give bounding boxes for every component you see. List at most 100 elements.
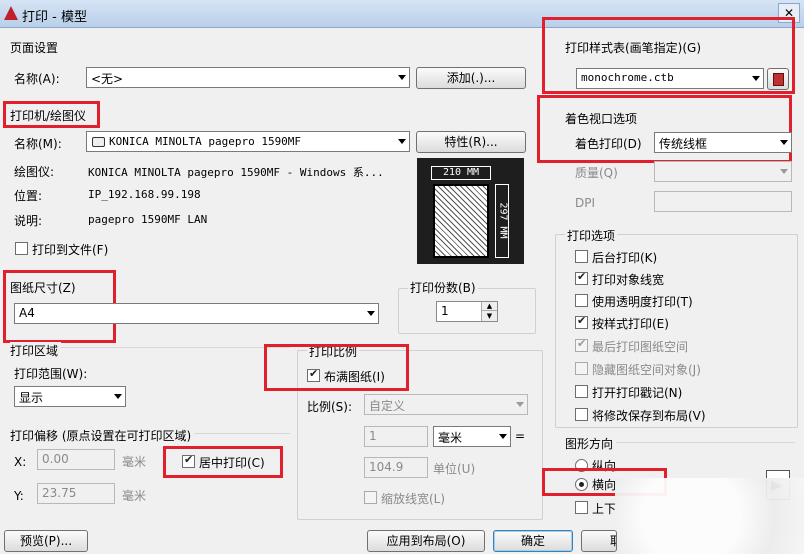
option-save-layout-label: 将修改保存到布局(V) [592, 409, 706, 423]
printer-name-label: 名称(M): [14, 137, 62, 151]
printer-name-combo[interactable]: KONICA MINOLTA pagepro 1590MF [86, 131, 410, 152]
paper-preview: 210 MM 297 MM [417, 158, 524, 264]
app-icon [4, 6, 18, 20]
paper-width-dim: 210 MM [431, 166, 491, 180]
edit-style-table-button[interactable] [767, 68, 789, 90]
location-value: IP_192.168.99.198 [88, 188, 201, 201]
scale-unit2-label: 单位(U) [433, 462, 476, 476]
shade-plot-value: 传统线框 [659, 137, 708, 151]
offset-x-input[interactable]: 0.00 [37, 449, 115, 470]
option-stamp-label: 打开打印戳记(N) [592, 386, 683, 400]
style-table-combo[interactable]: monochrome.ctb [576, 68, 764, 89]
add-page-setup-button[interactable]: 添加(.)... [416, 67, 526, 89]
style-table-header: 打印样式表(画笔指定)(G) [565, 41, 702, 55]
plotter-value: KONICA MINOLTA pagepro 1590MF - Windows … [88, 166, 384, 179]
chevron-down-icon [398, 139, 406, 144]
ok-button[interactable]: 确定 [493, 530, 573, 552]
chevron-down-icon [499, 434, 507, 439]
plot-options-header: 打印选项 [565, 227, 618, 244]
paper-height-dim: 297 MM [495, 184, 509, 258]
option-transparency-label: 使用透明度打印(T) [592, 295, 693, 309]
plot-area-header: 打印区域 [10, 342, 62, 359]
chevron-down-icon [752, 76, 760, 81]
landscape-radio[interactable] [575, 478, 588, 491]
option-save-layout-checkbox[interactable] [575, 408, 588, 421]
apply-to-layout-button[interactable]: 应用到布局(O) [367, 530, 485, 552]
printer-name-value: KONICA MINOLTA pagepro 1590MF [109, 135, 302, 148]
spin-up-icon[interactable]: ▲ [481, 302, 497, 311]
scale-lineweights-checkbox[interactable] [364, 491, 377, 504]
option-styles-checkbox[interactable] [575, 314, 588, 329]
page-setup-name-label: 名称(A): [14, 72, 60, 86]
page-setup-name-value: <无> [91, 72, 124, 86]
description-value: pagepro 1590MF LAN [88, 213, 208, 226]
paper-size-value: A4 [19, 306, 35, 320]
chevron-down-icon [780, 169, 788, 174]
cancel-button[interactable]: 取 [581, 530, 617, 552]
scale-value1-input[interactable]: 1 [364, 426, 428, 447]
paper-sheet [433, 184, 489, 258]
chevron-down-icon [398, 75, 406, 80]
print-to-file-label: 打印到文件(F) [32, 243, 109, 257]
center-plot-checkbox[interactable] [182, 453, 195, 468]
scale-ratio-combo[interactable]: 自定义 [364, 394, 528, 415]
style-table-value: monochrome.ctb [581, 71, 674, 84]
fit-to-paper-checkbox[interactable] [307, 367, 320, 382]
option-transparency-checkbox[interactable] [575, 294, 588, 307]
description-label: 说明: [14, 214, 43, 228]
plot-range-label: 打印范围(W): [14, 367, 88, 381]
landscape-label: 横向 [592, 478, 617, 492]
print-to-file-checkbox[interactable] [15, 242, 28, 255]
upside-down-label: 上下 [592, 502, 617, 516]
copies-spinner[interactable]: 1 ▲ ▼ [436, 301, 498, 322]
option-hide-objects-label: 隐藏图纸空间对象(J) [592, 363, 701, 377]
option-background-checkbox[interactable] [575, 250, 588, 263]
dpi-input[interactable] [654, 191, 792, 212]
printer-properties-button[interactable]: 特性(R)... [416, 131, 526, 153]
edit-icon [773, 73, 784, 86]
offset-y-input[interactable]: 23.75 [37, 483, 115, 504]
plot-range-value: 显示 [19, 391, 44, 405]
shade-plot-combo[interactable]: 传统线框 [654, 132, 792, 153]
copies-header: 打印份数(B) [408, 279, 478, 296]
scale-lineweights-label: 缩放线宽(L) [381, 492, 446, 506]
scale-value2-input[interactable]: 104.9 [364, 457, 428, 478]
option-paperspace-last-checkbox[interactable] [575, 337, 588, 352]
shade-plot-label: 着色打印(D) [575, 137, 642, 151]
offset-x-label: X: [14, 455, 27, 469]
option-styles-label: 按样式打印(E) [592, 317, 669, 331]
center-plot-label: 居中打印(C) [199, 456, 265, 470]
location-label: 位置: [14, 189, 43, 203]
page-setup-name-combo[interactable]: <无> [86, 67, 410, 88]
scale-unit-combo[interactable]: 毫米 [433, 426, 511, 447]
chevron-down-icon [516, 402, 524, 407]
paper-size-combo[interactable]: A4 [14, 303, 379, 324]
offset-y-label: Y: [14, 489, 24, 503]
shaded-header: 着色视口选项 [565, 112, 638, 126]
printer-icon [92, 137, 105, 147]
copies-value: 1 [441, 304, 449, 318]
offset-y-unit: 毫米 [122, 489, 147, 503]
dpi-label: DPI [575, 196, 596, 210]
chevron-down-icon [367, 311, 375, 316]
option-stamp-checkbox[interactable] [575, 385, 588, 398]
plot-offset-header: 打印偏移 (原点设置在可打印区域) [10, 427, 195, 444]
chevron-down-icon [780, 140, 788, 145]
option-paperspace-last-label: 最后打印图纸空间 [592, 340, 689, 354]
quality-label: 质量(Q) [575, 166, 618, 180]
option-hide-objects-checkbox[interactable] [575, 362, 588, 375]
printer-header: 打印机/绘图仪 [10, 109, 87, 123]
watermark-blur [615, 478, 804, 554]
chevron-down-icon [114, 394, 122, 399]
plot-range-combo[interactable]: 显示 [14, 386, 126, 407]
option-lineweights-checkbox[interactable] [575, 270, 588, 285]
plotter-label: 绘图仪: [14, 165, 55, 179]
page-setup-header: 页面设置 [10, 41, 59, 55]
option-lineweights-label: 打印对象线宽 [592, 273, 665, 287]
preview-button[interactable]: 预览(P)... [4, 530, 88, 552]
quality-combo[interactable] [654, 161, 792, 182]
equals-sign: = [515, 429, 526, 443]
spin-down-icon[interactable]: ▼ [481, 311, 497, 321]
paper-size-header: 图纸尺寸(Z) [10, 281, 76, 295]
upside-down-checkbox[interactable] [575, 501, 588, 514]
